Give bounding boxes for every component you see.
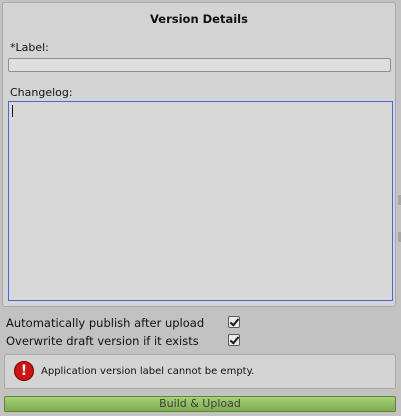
error-message-box: ! Application version label cannot be em…: [4, 354, 396, 389]
panel-title: Version Details: [150, 12, 248, 26]
overwrite-draft-checkbox[interactable]: [228, 334, 240, 346]
option-auto-publish[interactable]: Automatically publish after upload: [6, 315, 240, 331]
build-upload-button[interactable]: Build & Upload: [4, 396, 396, 412]
error-message: Application version label cannot be empt…: [41, 366, 255, 377]
label-caption: *Label:: [10, 41, 49, 54]
option-label: Automatically publish after upload: [6, 316, 205, 330]
option-overwrite-draft[interactable]: Overwrite draft version if it exists: [6, 333, 240, 349]
text-caret: [12, 105, 13, 117]
auto-publish-checkbox[interactable]: [228, 316, 240, 328]
changelog-textarea[interactable]: [8, 101, 393, 301]
changelog-caption: Changelog:: [10, 86, 73, 99]
option-label: Overwrite draft version if it exists: [6, 334, 199, 348]
error-icon: !: [14, 361, 34, 381]
label-input[interactable]: [8, 58, 391, 72]
version-details-panel: Version Details *Label: Changelog:: [2, 2, 396, 307]
